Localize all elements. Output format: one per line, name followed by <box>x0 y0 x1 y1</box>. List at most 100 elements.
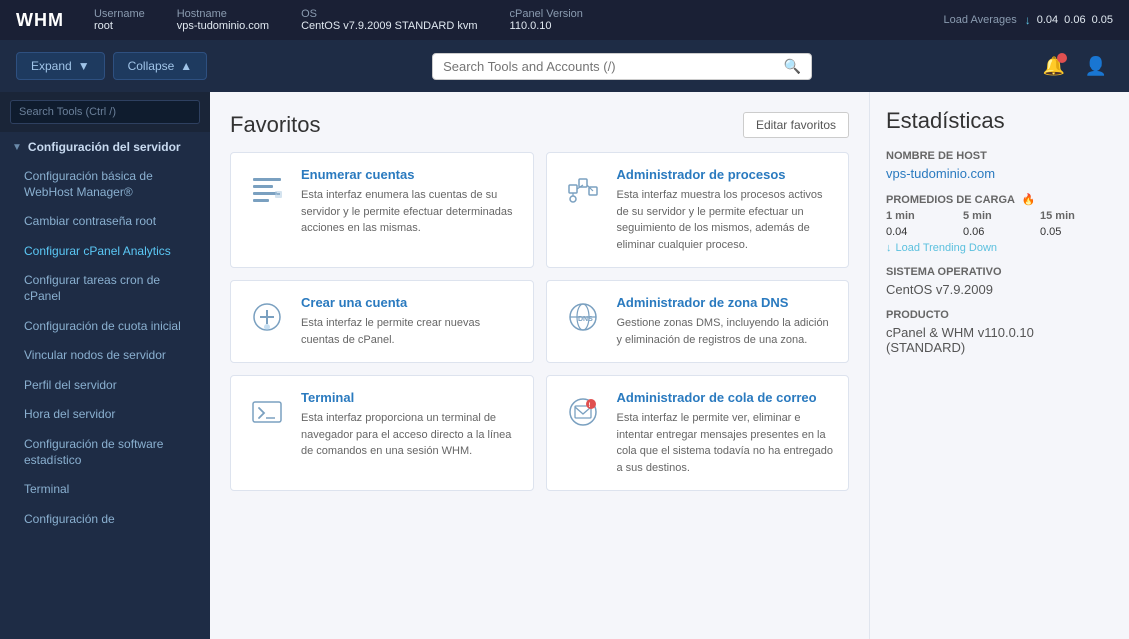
card-correo[interactable]: ! Administrador de cola de correo Esta i… <box>546 375 850 491</box>
favoritos-section: Favoritos Editar favoritos <box>210 92 869 639</box>
card-dns-content: Administrador de zona DNS Gestione zonas… <box>617 295 835 348</box>
card-crear-cuenta[interactable]: Crear una cuenta Esta interfaz le permit… <box>230 280 534 363</box>
product-stat-label: Producto <box>886 309 1113 321</box>
sidebar-section-label: Configuración del servidor <box>28 140 181 154</box>
sidebar-item-vincular-nodos[interactable]: Vincular nodos de servidor <box>0 341 210 371</box>
card-terminal-content: Terminal Esta interfaz proporciona un te… <box>301 390 519 476</box>
os-stat-label: Sistema operativo <box>886 266 1113 278</box>
search-container: 🔍 <box>215 53 1029 80</box>
load-val-1: 0.04 <box>886 226 959 238</box>
load-1min-header: 1 min <box>886 210 959 222</box>
user-icon: 👤 <box>1085 56 1107 77</box>
search-icon: 🔍 <box>784 58 801 75</box>
sidebar-item-configuracion-de[interactable]: Configuración de <box>0 505 210 535</box>
card-crear-title: Crear una cuenta <box>301 295 519 310</box>
load-trending: ↓ Load Trending Down <box>886 242 1113 254</box>
os-label: OS <box>301 8 477 20</box>
svg-text:!: ! <box>588 403 590 409</box>
notifications-button[interactable]: 🔔 <box>1037 49 1071 83</box>
search-input[interactable] <box>443 59 784 74</box>
card-crear-desc: Esta interfaz le permite crear nuevas cu… <box>301 315 519 348</box>
edit-favorites-button[interactable]: Editar favoritos <box>743 112 849 138</box>
card-enumerar-desc: Esta interfaz enumera las cuentas de su … <box>301 187 519 237</box>
card-crear-content: Crear una cuenta Esta interfaz le permit… <box>301 295 519 348</box>
cpanel-version-group: cPanel Version 110.0.10 <box>510 8 583 32</box>
sidebar-item-tareas-cron[interactable]: Configurar tareas cron de cPanel <box>0 266 210 311</box>
os-group: OS CentOS v7.9.2009 STANDARD kvm <box>301 8 477 32</box>
trending-down-icon: ↓ <box>886 242 892 254</box>
chevron-down-icon: ▼ <box>12 142 22 153</box>
load-label: Load Averages <box>944 14 1017 26</box>
load-5min: 0.06 <box>1064 14 1085 26</box>
list-icon <box>245 167 289 211</box>
user-profile-button[interactable]: 👤 <box>1079 49 1113 83</box>
create-account-icon <box>245 295 289 339</box>
hostname-stat-label: Nombre de host <box>886 150 1113 162</box>
estadisticas-panel: Estadísticas Nombre de host vps-tudomini… <box>869 92 1129 639</box>
load-5min-header: 5 min <box>963 210 1036 222</box>
mail-queue-icon: ! <box>561 390 605 434</box>
card-terminal-title: Terminal <box>301 390 519 405</box>
hostname-value: vps-tudominio.com <box>177 20 269 32</box>
os-value: CentOS v7.9.2009 STANDARD kvm <box>301 20 477 32</box>
dns-icon: DNS <box>561 295 605 339</box>
load-trending-text: Load Trending Down <box>896 242 998 254</box>
sidebar-item-terminal[interactable]: Terminal <box>0 475 210 505</box>
card-procesos-title: Administrador de procesos <box>617 167 835 182</box>
sidebar-search-input[interactable] <box>10 100 200 124</box>
sidebar-section-servidor: ▼ Configuración del servidor Configuraci… <box>0 132 210 534</box>
card-procesos[interactable]: Administrador de procesos Esta interfaz … <box>546 152 850 268</box>
card-correo-title: Administrador de cola de correo <box>617 390 835 405</box>
top-bar-info: Username root Hostname vps-tudominio.com… <box>94 8 944 32</box>
toolbar: Expand ▼ Collapse ▲ 🔍 🔔 👤 <box>0 40 1129 92</box>
search-bar: 🔍 <box>432 53 812 80</box>
card-terminal[interactable]: Terminal Esta interfaz proporciona un te… <box>230 375 534 491</box>
sidebar-section-header[interactable]: ▼ Configuración del servidor <box>0 132 210 162</box>
load-averages: Load Averages ↓ 0.04 0.06 0.05 <box>944 13 1113 27</box>
card-enumerar-content: Enumerar cuentas Esta interfaz enumera l… <box>301 167 519 253</box>
card-dns[interactable]: DNS Administrador de zona DNS Gestione z… <box>546 280 850 363</box>
username-group: Username root <box>94 8 145 32</box>
os-stat-value: CentOS v7.9.2009 <box>886 282 1113 297</box>
toolbar-icons: 🔔 👤 <box>1037 49 1113 83</box>
card-dns-desc: Gestione zonas DMS, incluyendo la adició… <box>617 315 835 348</box>
sidebar-item-configurar-cpanel[interactable]: Configurar cPanel Analytics <box>0 237 210 267</box>
sidebar: ▼ Configuración del servidor Configuraci… <box>0 92 210 639</box>
content-area: Favoritos Editar favoritos <box>210 92 1129 639</box>
expand-label: Expand <box>31 59 72 73</box>
username-value: root <box>94 20 113 32</box>
hostname-group: Hostname vps-tudominio.com <box>177 8 269 32</box>
hostname-stat-value: vps-tudominio.com <box>886 166 1113 181</box>
main-layout: ▼ Configuración del servidor Configuraci… <box>0 92 1129 639</box>
card-procesos-content: Administrador de procesos Esta interfaz … <box>617 167 835 253</box>
process-icon <box>561 167 605 211</box>
sidebar-item-cuota-inicial[interactable]: Configuración de cuota inicial <box>0 312 210 342</box>
whm-logo: WHM <box>16 10 64 31</box>
sidebar-search-container <box>0 92 210 132</box>
estadisticas-title: Estadísticas <box>886 108 1113 134</box>
load-15min-header: 15 min <box>1040 210 1113 222</box>
sidebar-item-config-basica[interactable]: Configuración básica de WebHost Manager® <box>0 162 210 207</box>
terminal-icon <box>245 390 289 434</box>
collapse-button[interactable]: Collapse ▲ <box>113 52 208 80</box>
sidebar-item-perfil[interactable]: Perfil del servidor <box>0 371 210 401</box>
load-val-3: 0.05 <box>1040 226 1113 238</box>
card-dns-title: Administrador de zona DNS <box>617 295 835 310</box>
expand-button[interactable]: Expand ▼ <box>16 52 105 80</box>
load-val-2: 0.06 <box>963 226 1036 238</box>
notification-badge <box>1057 53 1067 63</box>
hostname-label: Hostname <box>177 8 269 20</box>
cpanel-version-value: 110.0.10 <box>510 20 552 32</box>
sidebar-item-hora[interactable]: Hora del servidor <box>0 400 210 430</box>
sidebar-item-cambiar-contrasena[interactable]: Cambiar contraseña root <box>0 207 210 237</box>
favoritos-title: Favoritos Editar favoritos <box>230 112 849 138</box>
card-terminal-desc: Esta interfaz proporciona un terminal de… <box>301 410 519 460</box>
sidebar-item-software-estadistico[interactable]: Configuración de software estadístico <box>0 430 210 475</box>
top-bar: WHM Username root Hostname vps-tudominio… <box>0 0 1129 40</box>
load-stat-label: Promedios de carga 🔥 <box>886 193 1113 206</box>
card-enumerar-cuentas[interactable]: Enumerar cuentas Esta interfaz enumera l… <box>230 152 534 268</box>
svg-text:DNS: DNS <box>578 316 593 323</box>
card-correo-desc: Esta interfaz le permite ver, eliminar e… <box>617 410 835 476</box>
cpanel-version-label: cPanel Version <box>510 8 583 20</box>
load-1min: 0.04 <box>1037 14 1058 26</box>
